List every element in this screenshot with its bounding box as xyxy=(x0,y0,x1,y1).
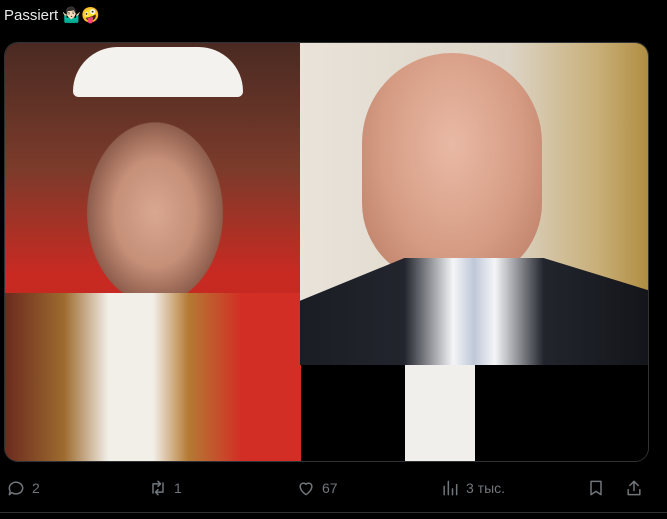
heart-icon xyxy=(299,482,313,496)
retweet-icon xyxy=(152,480,164,496)
media-photo-left xyxy=(5,43,301,461)
like-button[interactable]: 67 xyxy=(296,472,338,504)
retweet-button[interactable]: 1 xyxy=(148,472,182,504)
views-count: 3 тыс. xyxy=(466,480,506,496)
divider xyxy=(0,512,667,513)
retweet-count: 1 xyxy=(174,480,182,496)
like-count: 67 xyxy=(322,480,338,496)
tweet-media[interactable] xyxy=(4,42,649,462)
tweet-emojis: 🤷🏻‍♂️🤪 xyxy=(62,6,100,24)
photo-left-vestments xyxy=(5,293,301,461)
share-button[interactable] xyxy=(624,472,644,504)
comment-icon xyxy=(8,481,24,496)
photo-right-head xyxy=(362,53,542,283)
photo-left-zucchetto xyxy=(73,47,243,97)
tweet-text: Passiert 🤷🏻‍♂️🤪 xyxy=(4,5,100,26)
reply-button[interactable]: 2 xyxy=(6,472,40,504)
tweet-text-body: Passiert xyxy=(4,7,59,24)
reply-count: 2 xyxy=(32,480,40,496)
bookmark-button[interactable] xyxy=(586,472,606,504)
views-button[interactable]: 3 тыс. xyxy=(440,472,505,504)
views-icon xyxy=(443,480,458,496)
share-icon xyxy=(627,480,641,496)
bookmark-icon xyxy=(590,480,602,496)
media-white-strip xyxy=(405,365,475,461)
media-black-box xyxy=(475,365,648,461)
tweet-actions: 2 1 67 3 тыс. xyxy=(0,472,667,504)
media-photo-right xyxy=(300,43,648,365)
photo-right-suit xyxy=(300,258,648,365)
